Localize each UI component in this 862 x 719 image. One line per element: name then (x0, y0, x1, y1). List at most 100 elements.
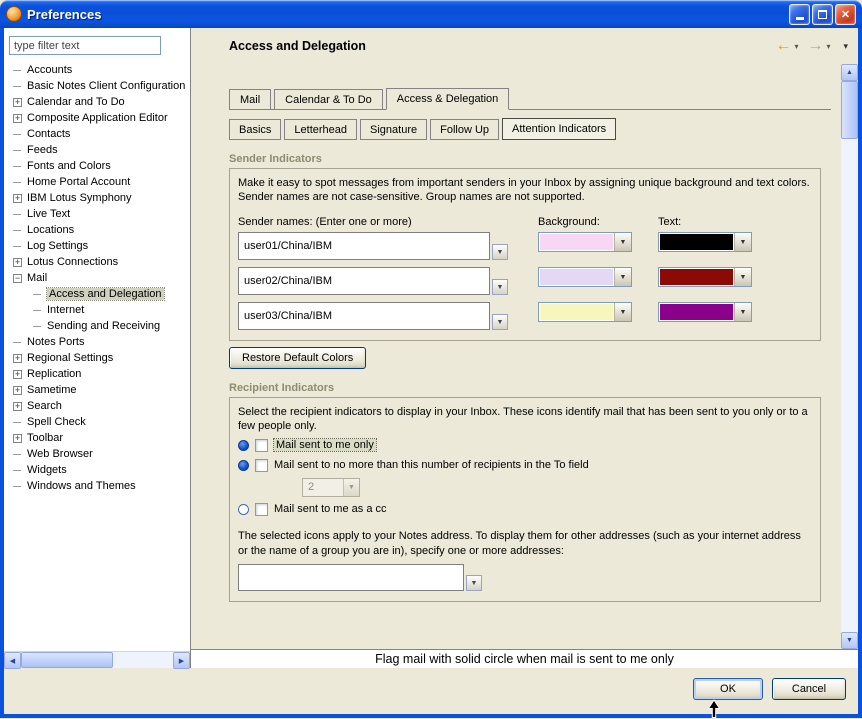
option-checkbox[interactable] (255, 459, 268, 472)
sidebar-item-log-settings[interactable]: Log Settings (4, 238, 190, 254)
filter-input[interactable] (9, 36, 161, 55)
sidebar-item-sametime[interactable]: +Sametime (4, 382, 190, 398)
cancel-button[interactable]: Cancel (772, 678, 846, 700)
expand-icon[interactable]: + (13, 258, 22, 267)
sender-name-dropdown-button[interactable]: ▼ (492, 244, 508, 260)
sidebar-horizontal-scrollbar[interactable]: ◀ ▶ (4, 651, 190, 668)
collapse-icon[interactable]: − (13, 274, 22, 283)
combo-arrow-icon[interactable]: ▼ (614, 233, 631, 251)
sender-name-input[interactable] (238, 267, 490, 295)
tab-access-and-delegation[interactable]: Access & Delegation (386, 88, 510, 110)
sidebar-item-replication[interactable]: +Replication (4, 366, 190, 382)
sender-name-dropdown-button[interactable]: ▼ (492, 314, 508, 330)
sidebar-item-label: IBM Lotus Symphony (27, 192, 132, 204)
sidebar-item-widgets[interactable]: Widgets (4, 462, 190, 478)
sidebar-item-access-and-delegation[interactable]: Access and Delegation (4, 286, 190, 302)
view-menu-icon[interactable]: ▾ (843, 41, 848, 52)
subtab-follow-up[interactable]: Follow Up (430, 119, 499, 140)
text-color-combo[interactable]: ▼ (658, 267, 752, 287)
expand-icon[interactable]: + (13, 194, 22, 203)
combo-arrow-icon[interactable]: ▼ (734, 268, 751, 286)
sidebar-item-spell-check[interactable]: Spell Check (4, 414, 190, 430)
sidebar-item-mail[interactable]: −Mail (4, 270, 190, 286)
sender-name-input[interactable] (238, 232, 490, 260)
background-color-combo[interactable]: ▼ (538, 232, 632, 252)
expand-icon[interactable]: + (13, 354, 22, 363)
restore-default-colors-button[interactable]: Restore Default Colors (229, 347, 366, 369)
sidebar-item-label: Web Browser (27, 448, 93, 460)
vertical-scrollbar-track[interactable] (841, 139, 858, 632)
text-color-combo[interactable]: ▼ (658, 232, 752, 252)
close-button[interactable]: ✕ (835, 4, 856, 25)
text-color-combo[interactable]: ▼ (658, 302, 752, 322)
sender-name-dropdown-button[interactable]: ▼ (492, 279, 508, 295)
forward-dropdown-icon[interactable]: ▾ (826, 42, 830, 51)
sidebar-item-ibm-lotus-symphony[interactable]: + IBM Lotus Symphony (4, 190, 190, 206)
sidebar-item-contacts[interactable]: Contacts (4, 126, 190, 142)
horizontal-scrollbar-track[interactable] (113, 652, 173, 668)
recipient-count-select[interactable]: 2▼ (302, 478, 360, 497)
title-bar[interactable]: Preferences ✕ (0, 0, 862, 28)
option-checkbox[interactable] (255, 503, 268, 516)
maximize-button[interactable] (812, 4, 833, 25)
minimize-button[interactable] (789, 4, 810, 25)
tab-calendar-and-to-do[interactable]: Calendar & To Do (274, 89, 383, 109)
preferences-page: Access and Delegation ← ▾ → ▾ ▾ Mail Cal… (191, 28, 858, 668)
sidebar-item-notes-ports[interactable]: Notes Ports (4, 334, 190, 350)
sidebar-item-accounts[interactable]: Accounts (4, 62, 190, 78)
scroll-right-arrow[interactable]: ▶ (173, 652, 190, 669)
expand-icon[interactable]: + (13, 386, 22, 395)
sidebar-item-web-browser[interactable]: Web Browser (4, 446, 190, 462)
tab-mail[interactable]: Mail (229, 89, 271, 109)
combo-arrow-icon[interactable]: ▼ (734, 233, 751, 251)
forward-icon[interactable]: → (807, 39, 823, 53)
expand-icon[interactable]: + (13, 114, 22, 123)
sender-name-input[interactable] (238, 302, 490, 330)
horizontal-scrollbar-thumb[interactable] (21, 652, 113, 668)
background-color-combo[interactable]: ▼ (538, 302, 632, 322)
background-color-combo[interactable]: ▼ (538, 267, 632, 287)
combo-arrow-icon[interactable]: ▼ (614, 303, 631, 321)
expand-icon[interactable]: + (13, 402, 22, 411)
expand-icon[interactable]: + (13, 434, 22, 443)
subtab-signature[interactable]: Signature (360, 119, 427, 140)
subtab-attention-indicators[interactable]: Attention Indicators (502, 118, 616, 140)
expand-icon[interactable]: + (13, 370, 22, 379)
sidebar-item-calendar-and-to-do[interactable]: +Calendar and To Do (4, 94, 190, 110)
subtab-letterhead[interactable]: Letterhead (284, 119, 357, 140)
sidebar-item-composite-application-editor[interactable]: +Composite Application Editor (4, 110, 190, 126)
ok-button[interactable]: OK (693, 678, 763, 700)
sidebar-item-home-portal-account[interactable]: Home Portal Account (4, 174, 190, 190)
sidebar-item-toolbar[interactable]: +Toolbar (4, 430, 190, 446)
sidebar-item-fonts-and-colors[interactable]: Fonts and Colors (4, 158, 190, 174)
sidebar-item-live-text[interactable]: Live Text (4, 206, 190, 222)
back-dropdown-icon[interactable]: ▾ (794, 42, 798, 51)
text-header: Text: (658, 216, 814, 228)
vertical-scrollbar-thumb[interactable] (841, 81, 858, 139)
tree-connector-icon (13, 150, 21, 151)
sidebar-item-sending-and-receiving[interactable]: Sending and Receiving (4, 318, 190, 334)
tree-connector-icon (13, 342, 21, 343)
sidebar-item-windows-and-themes[interactable]: Windows and Themes (4, 478, 190, 494)
sidebar-item-lotus-connections[interactable]: +Lotus Connections (4, 254, 190, 270)
tree-connector-icon (13, 246, 21, 247)
scroll-up-arrow[interactable]: ▲ (841, 64, 858, 81)
tree-connector-icon (13, 454, 21, 455)
back-icon[interactable]: ← (775, 39, 791, 53)
scroll-down-arrow[interactable]: ▼ (841, 632, 858, 649)
sidebar-item-basic-notes-client-configuration[interactable]: Basic Notes Client Configuration (4, 78, 190, 94)
scroll-left-arrow[interactable]: ◀ (4, 652, 21, 669)
subtab-basics[interactable]: Basics (229, 119, 281, 140)
address-input[interactable] (238, 564, 464, 591)
expand-icon[interactable]: + (13, 98, 22, 107)
sidebar-item-feeds[interactable]: Feeds (4, 142, 190, 158)
sidebar-item-locations[interactable]: Locations (4, 222, 190, 238)
combo-arrow-icon[interactable]: ▼ (614, 268, 631, 286)
vertical-scrollbar[interactable]: ▲ ▼ (841, 64, 858, 649)
sidebar-item-internet[interactable]: Internet (4, 302, 190, 318)
option-checkbox[interactable] (255, 439, 268, 452)
sidebar-item-regional-settings[interactable]: +Regional Settings (4, 350, 190, 366)
sidebar-item-search[interactable]: +Search (4, 398, 190, 414)
combo-arrow-icon[interactable]: ▼ (734, 303, 751, 321)
address-dropdown-button[interactable]: ▼ (466, 575, 482, 591)
